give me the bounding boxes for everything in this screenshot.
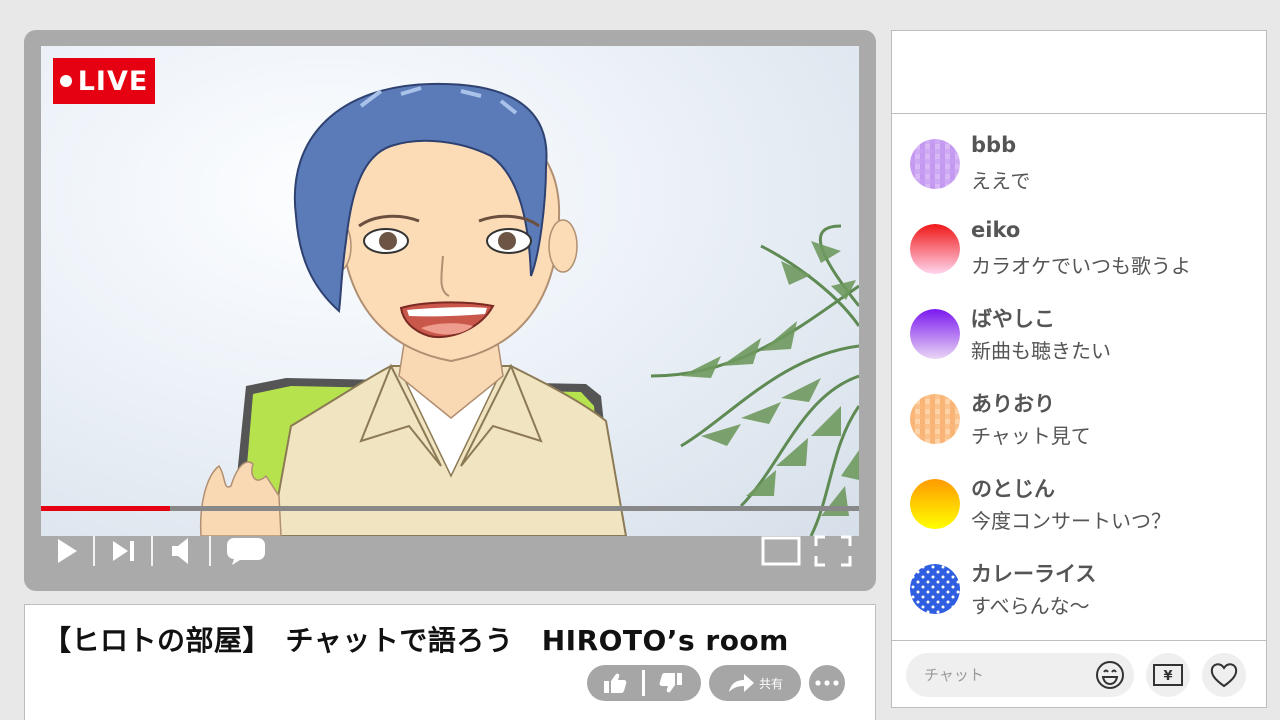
chat-username: eiko	[971, 218, 1021, 242]
video-frame[interactable]: LIVE	[41, 46, 859, 536]
chat-message-text: ええで	[971, 169, 1031, 193]
volume-button[interactable]	[165, 534, 199, 568]
share-icon	[728, 674, 754, 692]
fullscreen-icon	[814, 535, 852, 567]
heart-button[interactable]	[1202, 653, 1246, 697]
chat-message: ありおり チャット見て	[910, 386, 1250, 448]
more-icon	[815, 680, 839, 686]
avatar[interactable]	[910, 224, 960, 274]
progress-bar[interactable]	[41, 506, 859, 511]
theater-mode-button[interactable]	[761, 534, 801, 568]
progress-bar-fill	[41, 506, 171, 511]
chat-footer: ¥	[892, 640, 1266, 708]
player-controls	[41, 520, 859, 582]
chat-message-text: チャット見て	[971, 424, 1091, 448]
subtitles-icon	[227, 538, 265, 565]
live-chat-panel: bbb ええで eiko カラオケでいつも歌うよ ばやしこ 新曲も聴きたい あり…	[891, 30, 1267, 708]
chat-header	[892, 31, 1266, 114]
share-label: 共有	[758, 676, 783, 691]
chat-message-text: すべらんな〜	[971, 594, 1090, 618]
control-divider	[151, 536, 153, 566]
super-chat-button[interactable]: ¥	[1146, 653, 1190, 697]
play-button[interactable]	[51, 534, 83, 568]
chat-message-text: 今度コンサートいつ？	[971, 509, 1171, 533]
like-dislike-group	[587, 665, 701, 701]
share-button[interactable]: 共有	[709, 665, 801, 701]
control-divider	[209, 536, 211, 566]
chat-message: bbb ええで	[910, 131, 1250, 193]
emoji-button[interactable]	[1088, 653, 1132, 697]
chat-username: ばやしこ	[971, 307, 1055, 331]
avatar[interactable]	[910, 139, 960, 189]
chat-message: eiko カラオケでいつも歌うよ	[910, 216, 1250, 278]
video-title: 【ヒロトの部屋】 チャットで語ろう HIROTO’s room	[43, 624, 789, 657]
chat-message: カレーライス すべらんな〜	[910, 556, 1250, 618]
chat-message: のとじん 今度コンサートいつ？	[910, 471, 1250, 533]
video-illustration	[199, 82, 859, 536]
smile-icon	[1096, 661, 1124, 689]
control-divider	[93, 536, 95, 566]
more-button[interactable]	[809, 665, 845, 701]
chat-username: bbb	[971, 133, 1017, 157]
chat-message: ばやしこ 新曲も聴きたい	[910, 301, 1250, 363]
like-button[interactable]	[603, 672, 627, 698]
play-icon	[58, 539, 77, 563]
theater-mode-icon	[761, 536, 801, 566]
heart-icon	[1210, 663, 1238, 688]
chat-message-text: 新曲も聴きたい	[971, 339, 1111, 363]
svg-text:¥: ¥	[1163, 669, 1172, 684]
live-dot-icon	[59, 75, 72, 87]
volume-icon	[172, 538, 188, 564]
yen-icon: ¥	[1153, 664, 1183, 686]
like-icon	[604, 673, 627, 693]
dislike-icon	[659, 673, 682, 693]
dislike-button[interactable]	[659, 672, 683, 698]
video-player: LIVE	[24, 30, 876, 591]
next-button[interactable]	[107, 534, 141, 568]
live-badge: LIVE	[53, 58, 155, 104]
avatar[interactable]	[910, 309, 960, 359]
avatar[interactable]	[910, 564, 960, 614]
video-info-panel: 【ヒロトの部屋】 チャットで語ろう HIROTO’s room 共有	[24, 604, 876, 720]
live-label: LIVE	[77, 65, 149, 97]
chat-username: カレーライス	[971, 562, 1097, 586]
next-icon	[113, 541, 134, 561]
like-dislike-divider	[642, 670, 645, 696]
chat-message-text: カラオケでいつも歌うよ	[971, 254, 1191, 278]
avatar[interactable]	[910, 394, 960, 444]
fullscreen-button[interactable]	[813, 534, 853, 568]
subtitles-button[interactable]	[225, 534, 267, 568]
avatar[interactable]	[910, 479, 960, 529]
chat-username: ありおり	[971, 392, 1055, 416]
chat-username: のとじん	[971, 477, 1055, 501]
